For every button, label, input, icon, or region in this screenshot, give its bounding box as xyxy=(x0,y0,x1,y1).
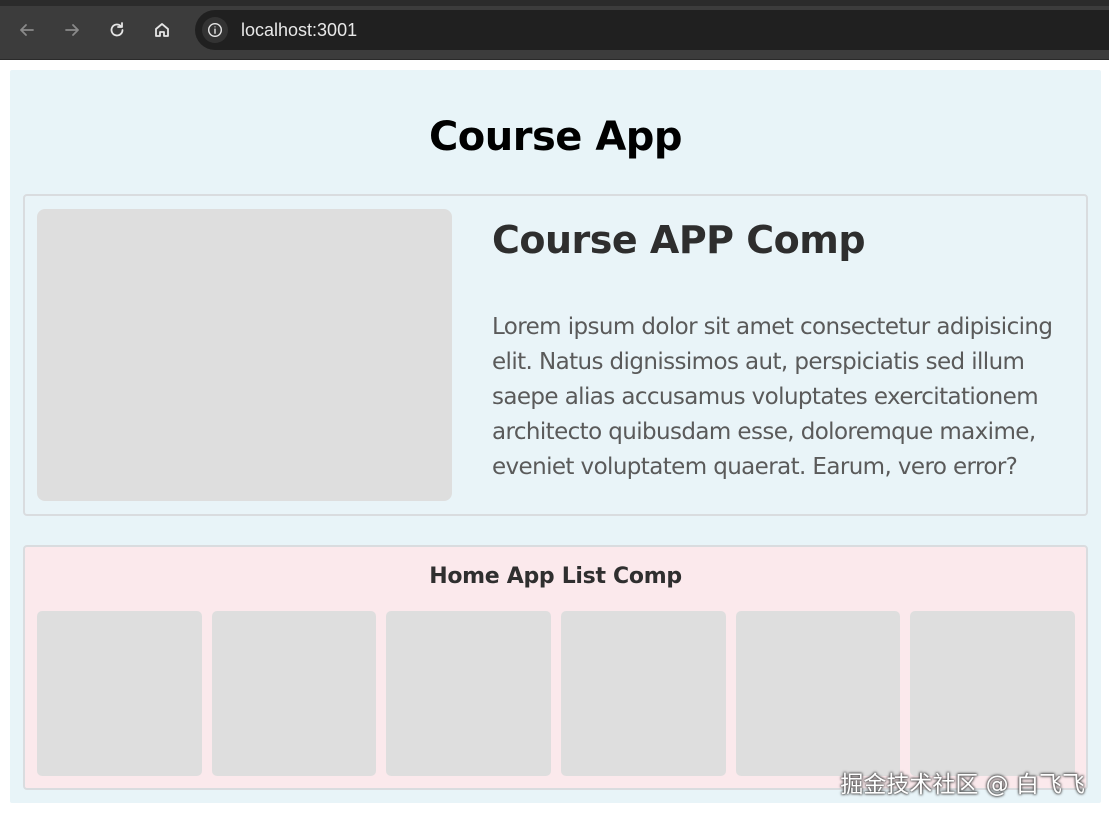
home-icon xyxy=(155,23,169,37)
site-info-button[interactable] xyxy=(202,17,228,43)
arrow-right-icon xyxy=(65,24,79,36)
info-icon xyxy=(207,22,223,38)
home-app-list-comp: Home App List Comp xyxy=(23,545,1088,790)
url-text[interactable]: localhost:3001 xyxy=(241,20,357,41)
list-item[interactable] xyxy=(735,611,901,776)
hero-description: Lorem ipsum dolor sit amet consectetur a… xyxy=(492,314,1053,480)
reload-icon xyxy=(110,22,124,37)
list-item[interactable] xyxy=(211,611,377,776)
tab-strip xyxy=(0,0,1109,6)
watermark: 掘金技术社区 @ 白飞飞 xyxy=(840,772,1085,798)
list-grid xyxy=(37,611,1076,776)
list-title: Home App List Comp xyxy=(429,564,682,589)
list-item[interactable] xyxy=(561,611,726,776)
app-container: Course App Course APP Comp Lorem ipsum d… xyxy=(10,70,1101,803)
hero-heading: Course APP Comp xyxy=(492,218,866,262)
forward-button[interactable] xyxy=(57,15,87,45)
reload-button[interactable] xyxy=(102,15,132,45)
list-item[interactable] xyxy=(910,611,1076,776)
address-bar[interactable]: localhost:3001 xyxy=(195,10,1109,50)
list-item[interactable] xyxy=(386,611,552,776)
course-app-comp: Course APP Comp Lorem ipsum dolor sit am… xyxy=(23,194,1088,516)
list-item[interactable] xyxy=(37,611,202,776)
home-button[interactable] xyxy=(147,15,177,45)
arrow-left-icon xyxy=(20,24,34,36)
hero-image-placeholder xyxy=(37,209,452,501)
page-title: Course App xyxy=(428,114,683,160)
browser-toolbar: localhost:3001 xyxy=(0,0,1109,60)
back-button[interactable] xyxy=(12,15,42,45)
